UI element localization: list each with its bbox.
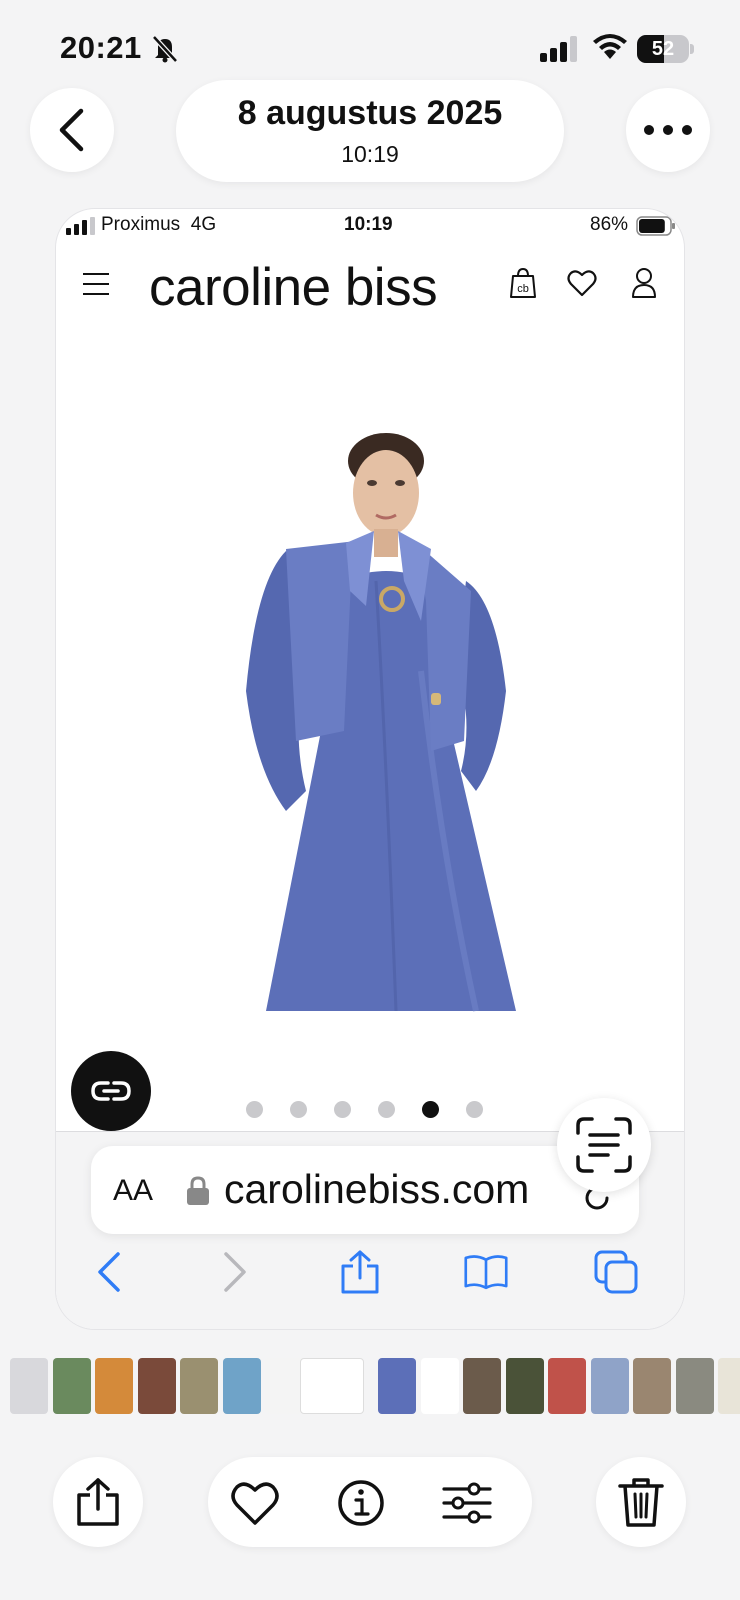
carousel-dot[interactable] — [466, 1101, 483, 1118]
thumbnail[interactable] — [137, 1358, 176, 1414]
bell-slash-icon — [152, 35, 178, 63]
photo-viewer: 20:21 52 8 augustus 2025 10:19 Proximus … — [0, 0, 740, 1600]
carousel-dot[interactable] — [422, 1101, 439, 1118]
thumbnail[interactable] — [633, 1358, 671, 1414]
shopping-bag-icon[interactable]: cb — [509, 267, 537, 299]
bookmarks-icon[interactable] — [464, 1250, 508, 1294]
back-arrow-icon[interactable] — [88, 1250, 132, 1294]
inner-status-bar: Proximus 4G 10:19 86% — [56, 209, 684, 245]
inner-battery-percent: 86% — [590, 214, 629, 235]
ellipsis-icon — [644, 125, 692, 135]
photo-date-title[interactable]: 8 augustus 2025 10:19 — [176, 80, 564, 182]
os-status-bar: 20:21 52 — [0, 0, 740, 80]
carrier-label: Proximus 4G — [101, 214, 217, 235]
battery-indicator: 52 — [637, 35, 694, 63]
cellular-signal-icon — [540, 36, 577, 62]
share-icon — [77, 1478, 119, 1526]
thumbnail[interactable] — [505, 1358, 544, 1414]
link-icon — [91, 1081, 131, 1101]
thumbnail-strip[interactable] — [0, 1358, 740, 1414]
thumbnail[interactable] — [95, 1358, 133, 1414]
heart-icon[interactable] — [567, 269, 597, 297]
live-text-icon — [576, 1117, 632, 1173]
thumbnail[interactable] — [265, 1358, 303, 1414]
carousel-dots — [246, 1101, 496, 1118]
photo-time: 10:19 — [341, 141, 399, 167]
url-text: carolinebiss.com — [224, 1166, 530, 1212]
hamburger-menu-icon[interactable] — [81, 269, 111, 299]
carousel-dot[interactable] — [378, 1101, 395, 1118]
thumbnail[interactable] — [180, 1358, 218, 1414]
thumbnail[interactable] — [718, 1358, 740, 1414]
trash-icon — [618, 1478, 664, 1527]
thumbnail[interactable] — [463, 1358, 501, 1414]
forward-arrow-icon[interactable] — [212, 1250, 256, 1294]
thumbnail[interactable] — [378, 1358, 416, 1414]
address-bar[interactable]: AA carolinebiss.com — [91, 1146, 639, 1234]
delete-button[interactable] — [596, 1457, 686, 1547]
thumbnail[interactable] — [675, 1358, 714, 1414]
site-header: caroline biss cb — [56, 249, 684, 319]
wifi-icon — [593, 34, 627, 59]
product-photo — [246, 433, 516, 1012]
back-button[interactable] — [30, 88, 114, 172]
photo-actions — [208, 1457, 532, 1547]
battery-level: 52 — [651, 38, 675, 60]
text-size-button[interactable]: AA — [113, 1174, 153, 1208]
user-icon[interactable] — [631, 267, 657, 299]
inner-time: 10:19 — [344, 214, 393, 235]
compare-button[interactable] — [71, 1051, 151, 1131]
thumbnail[interactable] — [299, 1358, 364, 1414]
cellular-signal-icon — [66, 217, 95, 235]
tabs-icon[interactable] — [594, 1250, 638, 1294]
carousel-dot[interactable] — [334, 1101, 351, 1118]
more-button[interactable] — [626, 88, 710, 172]
battery-icon — [636, 216, 675, 236]
carousel-dot[interactable] — [290, 1101, 307, 1118]
photo-date: 8 augustus 2025 — [237, 94, 503, 132]
thumbnail[interactable] — [52, 1358, 91, 1414]
os-time: 20:21 — [60, 30, 142, 65]
thumbnail[interactable] — [222, 1358, 261, 1414]
carousel-dot[interactable] — [246, 1101, 263, 1118]
live-text-button[interactable] — [557, 1098, 651, 1192]
info-icon[interactable] — [336, 1479, 386, 1527]
thumbnail[interactable] — [420, 1358, 459, 1414]
svg-text:cb: cb — [517, 283, 529, 295]
thumbnail[interactable] — [548, 1358, 586, 1414]
heart-icon[interactable] — [230, 1479, 280, 1527]
adjust-sliders-icon[interactable] — [442, 1479, 492, 1527]
share-icon[interactable] — [338, 1250, 382, 1294]
lock-icon — [187, 1176, 209, 1205]
thumbnail[interactable] — [590, 1358, 629, 1414]
site-logo[interactable]: caroline biss — [149, 257, 438, 318]
thumbnail[interactable] — [10, 1358, 48, 1414]
share-button[interactable] — [53, 1457, 143, 1547]
chevron-left-icon — [59, 108, 84, 152]
